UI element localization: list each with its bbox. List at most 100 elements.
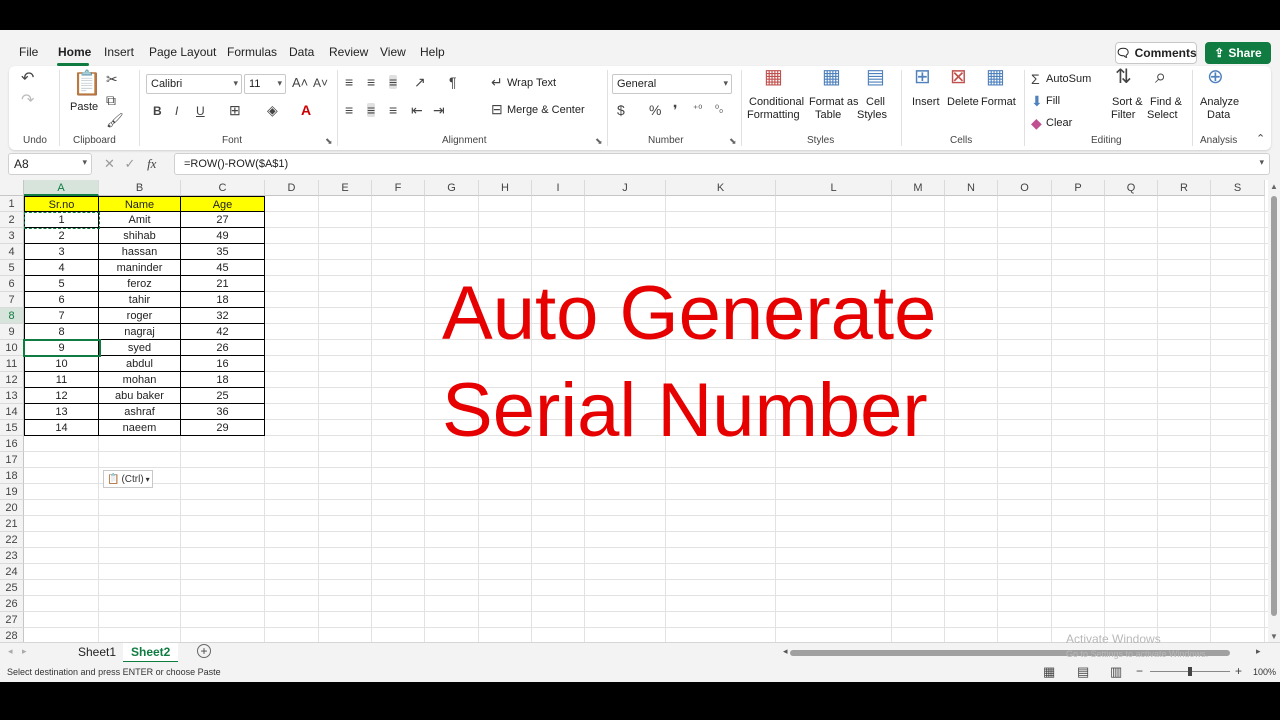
italic-button[interactable]: I [175, 104, 178, 118]
row-header-21[interactable]: 21 [0, 516, 24, 532]
format-painter-icon[interactable]: 🖌 [106, 113, 124, 127]
column-header-e[interactable]: E [319, 180, 372, 196]
insert-cells-button[interactable]: Insert [912, 96, 940, 108]
row-header-19[interactable]: 19 [0, 484, 24, 500]
zoom-slider-thumb[interactable] [1188, 667, 1192, 676]
decrease-font-icon[interactable]: A˅ [313, 76, 328, 90]
table-cell[interactable]: nagraj [99, 324, 181, 340]
copy-icon[interactable]: ⧉ [106, 93, 116, 107]
bold-button[interactable]: B [153, 104, 162, 118]
comments-button[interactable]: 🗨 Comments [1115, 42, 1197, 64]
share-button[interactable]: ⇪ Share [1205, 42, 1271, 64]
increase-decimal-icon[interactable]: ⁺⁰ [693, 103, 702, 117]
format-cells-button[interactable]: Format [981, 96, 1016, 108]
row-header-25[interactable]: 25 [0, 580, 24, 596]
scroll-up-icon[interactable]: ▲ [1270, 182, 1278, 191]
tab-data[interactable]: Data [289, 45, 314, 59]
row-header-2[interactable]: 2 [0, 212, 24, 228]
table-cell[interactable]: 27 [181, 212, 265, 228]
column-header-g[interactable]: G [425, 180, 479, 196]
row-header-23[interactable]: 23 [0, 548, 24, 564]
next-sheet-icon[interactable]: ▸ [22, 646, 27, 657]
formula-input[interactable]: =ROW()-ROW($A$1) ▾ [174, 153, 1270, 175]
percent-icon[interactable]: % [649, 103, 661, 117]
align-right-icon[interactable]: ≡ [389, 103, 397, 117]
paste-icon[interactable]: 📋 [72, 72, 102, 96]
table-cell[interactable]: maninder [99, 260, 181, 276]
table-cell[interactable]: 14 [24, 420, 99, 436]
add-sheet-icon[interactable]: + [197, 644, 211, 658]
column-header-c[interactable]: C [181, 180, 265, 196]
orientation-icon[interactable]: ↗ [414, 75, 426, 89]
table-cell[interactable]: tahir [99, 292, 181, 308]
dialog-launcher-icon[interactable]: ⬊ [729, 136, 737, 147]
font-size-select[interactable]: 11 ▾ [244, 74, 286, 94]
table-cell[interactable]: 16 [181, 356, 265, 372]
row-header-7[interactable]: 7 [0, 292, 24, 308]
column-header-j[interactable]: J [585, 180, 666, 196]
row-header-26[interactable]: 26 [0, 596, 24, 612]
decrease-indent-icon[interactable]: ⇤ [411, 103, 423, 117]
table-cell[interactable]: 4 [24, 260, 99, 276]
column-header-b[interactable]: B [99, 180, 181, 196]
fill-color-icon[interactable]: ◈ [267, 103, 278, 117]
row-header-6[interactable]: 6 [0, 276, 24, 292]
column-header-q[interactable]: Q [1105, 180, 1158, 196]
prev-sheet-icon[interactable]: ◂ [8, 646, 13, 657]
row-header-14[interactable]: 14 [0, 404, 24, 420]
table-cell[interactable]: 10 [24, 356, 99, 372]
increase-font-icon[interactable]: A˄ [292, 76, 308, 90]
undo-icon[interactable]: ↶ [21, 71, 34, 87]
number-format-select[interactable]: General ▾ [612, 74, 732, 94]
cancel-icon[interactable]: ✕ [104, 156, 115, 171]
dialog-launcher-icon[interactable]: ⬊ [595, 136, 603, 147]
page-layout-view-icon[interactable]: ▤ [1077, 664, 1089, 680]
table-cell[interactable]: 42 [181, 324, 265, 340]
row-header-15[interactable]: 15 [0, 420, 24, 436]
active-cell-a8[interactable] [23, 339, 101, 357]
table-cell[interactable]: 32 [181, 308, 265, 324]
tab-formulas[interactable]: Formulas [227, 45, 277, 59]
table-cell[interactable]: hassan [99, 244, 181, 260]
comma-style-icon[interactable]: ❜ [673, 103, 678, 117]
column-header-i[interactable]: I [532, 180, 585, 196]
align-middle-icon[interactable]: ≡ [367, 75, 375, 89]
row-header-4[interactable]: 4 [0, 244, 24, 260]
row-header-18[interactable]: 18 [0, 468, 24, 484]
vertical-scrollbar[interactable]: ▲ ▼ [1268, 180, 1280, 644]
table-cell[interactable]: shihab [99, 228, 181, 244]
sheet-tab-sheet1[interactable]: Sheet1 [70, 643, 124, 663]
insert-function-button[interactable]: fx [147, 156, 156, 171]
column-header-n[interactable]: N [945, 180, 998, 196]
zoom-out-icon[interactable]: − [1136, 664, 1143, 678]
analyze-data-button[interactable]: Analyze [1200, 96, 1239, 108]
merge-center-button[interactable]: Merge & Center [507, 104, 585, 116]
align-top-icon[interactable]: ≡ [345, 75, 353, 89]
page-break-view-icon[interactable]: ▥ [1110, 664, 1122, 680]
table-cell[interactable]: 13 [24, 404, 99, 420]
table-cell[interactable]: abu baker [99, 388, 181, 404]
increase-indent-icon[interactable]: ⇥ [433, 103, 445, 117]
font-color-icon[interactable]: A [301, 103, 311, 117]
currency-icon[interactable]: $ [617, 103, 625, 117]
table-cell[interactable]: syed [99, 340, 181, 356]
table-cell[interactable]: 7 [24, 308, 99, 324]
text-direction-icon[interactable]: ¶ [449, 75, 457, 89]
table-cell[interactable]: 12 [24, 388, 99, 404]
zoom-level[interactable]: 100% [1253, 667, 1276, 677]
row-header-1[interactable]: 1 [0, 196, 24, 212]
table-header-cell[interactable]: Sr.no [24, 196, 99, 212]
table-cell[interactable]: 5 [24, 276, 99, 292]
analyze-data-button-line2[interactable]: Data [1207, 109, 1230, 121]
paste-options-button[interactable]: 📋 (Ctrl) ▾ [103, 470, 153, 488]
table-cell[interactable]: 3 [24, 244, 99, 260]
dialog-launcher-icon[interactable]: ⬊ [325, 136, 333, 147]
table-cell[interactable]: mohan [99, 372, 181, 388]
tab-help[interactable]: Help [420, 45, 445, 59]
row-header-12[interactable]: 12 [0, 372, 24, 388]
row-header-5[interactable]: 5 [0, 260, 24, 276]
find-select-button-line2[interactable]: Select [1147, 109, 1178, 121]
row-header-16[interactable]: 16 [0, 436, 24, 452]
table-cell[interactable]: ashraf [99, 404, 181, 420]
row-header-27[interactable]: 27 [0, 612, 24, 628]
